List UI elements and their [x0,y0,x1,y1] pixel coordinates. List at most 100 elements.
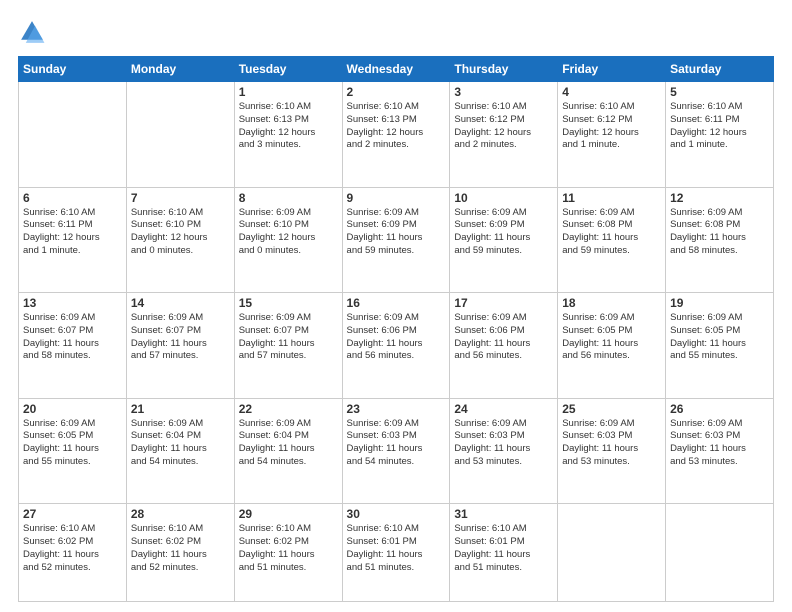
day-number: 20 [23,402,122,416]
day-number: 3 [454,85,553,99]
cell-info: Sunrise: 6:09 AM Sunset: 6:03 PM Dayligh… [562,418,661,469]
cell-info: Sunrise: 6:10 AM Sunset: 6:13 PM Dayligh… [239,101,338,152]
cell-info: Sunrise: 6:09 AM Sunset: 6:07 PM Dayligh… [131,312,230,363]
table-row: 27 Sunrise: 6:10 AM Sunset: 6:02 PM Dayli… [19,504,127,602]
table-row: 10 Sunrise: 6:09 AM Sunset: 6:09 PM Dayli… [450,187,558,293]
day-number: 4 [562,85,661,99]
table-row: 11 Sunrise: 6:09 AM Sunset: 6:08 PM Dayli… [558,187,666,293]
cell-info: Sunrise: 6:10 AM Sunset: 6:10 PM Dayligh… [131,207,230,258]
cell-info: Sunrise: 6:10 AM Sunset: 6:02 PM Dayligh… [239,523,338,574]
day-number: 19 [670,296,769,310]
weekday-header: Saturday [666,57,774,82]
table-row: 31 Sunrise: 6:10 AM Sunset: 6:01 PM Dayli… [450,504,558,602]
table-row: 26 Sunrise: 6:09 AM Sunset: 6:03 PM Dayli… [666,398,774,504]
day-number: 16 [347,296,446,310]
cell-info: Sunrise: 6:10 AM Sunset: 6:02 PM Dayligh… [131,523,230,574]
table-row: 17 Sunrise: 6:09 AM Sunset: 6:06 PM Dayli… [450,293,558,399]
cell-info: Sunrise: 6:09 AM Sunset: 6:03 PM Dayligh… [670,418,769,469]
cell-info: Sunrise: 6:09 AM Sunset: 6:03 PM Dayligh… [347,418,446,469]
day-number: 18 [562,296,661,310]
weekday-header: Wednesday [342,57,450,82]
day-number: 29 [239,507,338,521]
cell-info: Sunrise: 6:10 AM Sunset: 6:01 PM Dayligh… [347,523,446,574]
day-number: 9 [347,191,446,205]
cell-info: Sunrise: 6:10 AM Sunset: 6:12 PM Dayligh… [562,101,661,152]
weekday-header: Tuesday [234,57,342,82]
day-number: 26 [670,402,769,416]
weekday-header: Friday [558,57,666,82]
day-number: 17 [454,296,553,310]
table-row: 30Sunrise: 6:10 AM Sunset: 6:01 PM Dayli… [342,504,450,602]
table-row: 5 Sunrise: 6:10 AM Sunset: 6:11 PM Daylig… [666,82,774,188]
header [18,18,774,46]
day-number: 11 [562,191,661,205]
calendar-table: SundayMondayTuesdayWednesdayThursdayFrid… [18,56,774,602]
table-row: 14 Sunrise: 6:09 AM Sunset: 6:07 PM Dayli… [126,293,234,399]
table-row: 18 Sunrise: 6:09 AM Sunset: 6:05 PM Dayli… [558,293,666,399]
day-number: 23 [347,402,446,416]
table-row [126,82,234,188]
weekday-header: Monday [126,57,234,82]
cell-info: Sunrise: 6:09 AM Sunset: 6:04 PM Dayligh… [131,418,230,469]
day-number: 15 [239,296,338,310]
table-row: 3Sunrise: 6:10 AM Sunset: 6:12 PM Daylig… [450,82,558,188]
cell-info: Sunrise: 6:09 AM Sunset: 6:09 PM Dayligh… [347,207,446,258]
table-row: 15 Sunrise: 6:09 AM Sunset: 6:07 PM Dayli… [234,293,342,399]
table-row [666,504,774,602]
day-number: 28 [131,507,230,521]
cell-info: Sunrise: 6:09 AM Sunset: 6:09 PM Dayligh… [454,207,553,258]
day-number: 13 [23,296,122,310]
cell-info: Sunrise: 6:09 AM Sunset: 6:05 PM Dayligh… [670,312,769,363]
day-number: 10 [454,191,553,205]
cell-info: Sunrise: 6:09 AM Sunset: 6:07 PM Dayligh… [23,312,122,363]
table-row: 19 Sunrise: 6:09 AM Sunset: 6:05 PM Dayli… [666,293,774,399]
cell-info: Sunrise: 6:09 AM Sunset: 6:03 PM Dayligh… [454,418,553,469]
table-row: 9 Sunrise: 6:09 AM Sunset: 6:09 PM Daylig… [342,187,450,293]
table-row: 7 Sunrise: 6:10 AM Sunset: 6:10 PM Daylig… [126,187,234,293]
day-number: 31 [454,507,553,521]
table-row: 25 Sunrise: 6:09 AM Sunset: 6:03 PM Dayli… [558,398,666,504]
table-row: 21 Sunrise: 6:09 AM Sunset: 6:04 PM Dayli… [126,398,234,504]
weekday-header: Sunday [19,57,127,82]
table-row: 12 Sunrise: 6:09 AM Sunset: 6:08 PM Dayli… [666,187,774,293]
day-number: 2 [347,85,446,99]
day-number: 12 [670,191,769,205]
table-row: 23 Sunrise: 6:09 AM Sunset: 6:03 PM Dayli… [342,398,450,504]
cell-info: Sunrise: 6:09 AM Sunset: 6:05 PM Dayligh… [562,312,661,363]
table-row: 2Sunrise: 6:10 AM Sunset: 6:13 PM Daylig… [342,82,450,188]
table-row: 20 Sunrise: 6:09 AM Sunset: 6:05 PM Dayli… [19,398,127,504]
day-number: 8 [239,191,338,205]
table-row: 4 Sunrise: 6:10 AM Sunset: 6:12 PM Daylig… [558,82,666,188]
table-row: 22 Sunrise: 6:09 AM Sunset: 6:04 PM Dayli… [234,398,342,504]
logo-icon [18,18,46,46]
logo [18,18,50,46]
cell-info: Sunrise: 6:09 AM Sunset: 6:08 PM Dayligh… [562,207,661,258]
table-row [558,504,666,602]
weekday-header: Thursday [450,57,558,82]
cell-info: Sunrise: 6:09 AM Sunset: 6:04 PM Dayligh… [239,418,338,469]
table-row: 1Sunrise: 6:10 AM Sunset: 6:13 PM Daylig… [234,82,342,188]
day-number: 7 [131,191,230,205]
cell-info: Sunrise: 6:10 AM Sunset: 6:11 PM Dayligh… [670,101,769,152]
table-row: 6Sunrise: 6:10 AM Sunset: 6:11 PM Daylig… [19,187,127,293]
day-number: 22 [239,402,338,416]
cell-info: Sunrise: 6:09 AM Sunset: 6:10 PM Dayligh… [239,207,338,258]
day-number: 27 [23,507,122,521]
day-number: 5 [670,85,769,99]
cell-info: Sunrise: 6:10 AM Sunset: 6:01 PM Dayligh… [454,523,553,574]
cell-info: Sunrise: 6:09 AM Sunset: 6:07 PM Dayligh… [239,312,338,363]
day-number: 14 [131,296,230,310]
cell-info: Sunrise: 6:09 AM Sunset: 6:05 PM Dayligh… [23,418,122,469]
table-row: 29 Sunrise: 6:10 AM Sunset: 6:02 PM Dayli… [234,504,342,602]
cell-info: Sunrise: 6:10 AM Sunset: 6:11 PM Dayligh… [23,207,122,258]
cell-info: Sunrise: 6:09 AM Sunset: 6:06 PM Dayligh… [454,312,553,363]
cell-info: Sunrise: 6:10 AM Sunset: 6:02 PM Dayligh… [23,523,122,574]
table-row: 24Sunrise: 6:09 AM Sunset: 6:03 PM Dayli… [450,398,558,504]
table-row [19,82,127,188]
page: SundayMondayTuesdayWednesdayThursdayFrid… [0,0,792,612]
cell-info: Sunrise: 6:09 AM Sunset: 6:06 PM Dayligh… [347,312,446,363]
cell-info: Sunrise: 6:09 AM Sunset: 6:08 PM Dayligh… [670,207,769,258]
table-row: 8 Sunrise: 6:09 AM Sunset: 6:10 PM Daylig… [234,187,342,293]
day-number: 25 [562,402,661,416]
day-number: 21 [131,402,230,416]
